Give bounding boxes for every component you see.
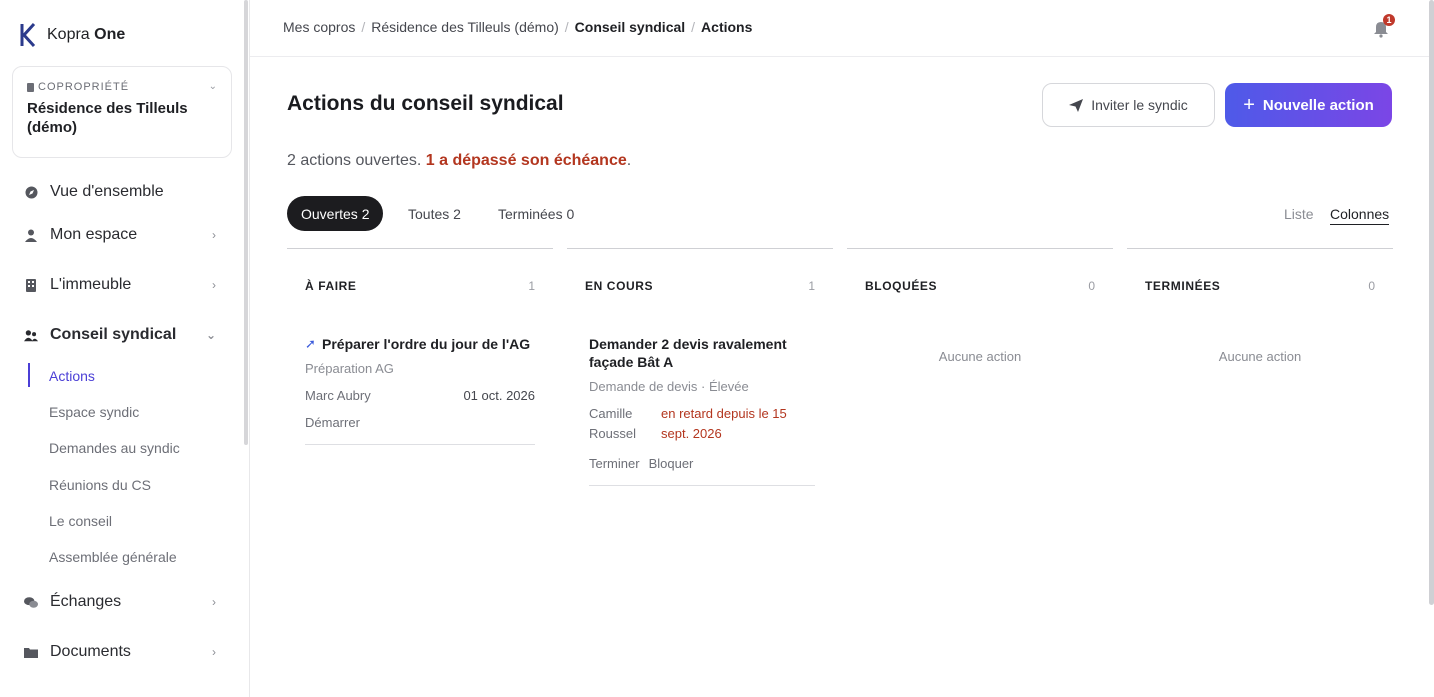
new-action-label: Nouvelle action xyxy=(1262,96,1374,114)
empty-state: Aucune action xyxy=(938,349,1022,364)
nav-documents-label: Documents xyxy=(50,643,131,660)
column-count: 0 xyxy=(1088,279,1095,293)
topbar: Mes copros / Résidence des Tilleuls (dém… xyxy=(250,0,1434,57)
breadcrumb-separator: / xyxy=(691,19,696,35)
nav-council-label: Conseil syndical xyxy=(50,326,177,343)
card-category: Demande de devis · Élevée xyxy=(589,379,749,394)
invite-syndic-button[interactable]: Inviter le syndic xyxy=(1042,83,1215,127)
copro-selector[interactable]: COPROPRIÉTÉ Résidence des Tilleuls (démo… xyxy=(12,66,232,158)
nav-council[interactable]: Conseil syndical ⌄ xyxy=(24,323,224,347)
brand[interactable]: Kopra One xyxy=(17,22,125,48)
column-count: 1 xyxy=(808,279,815,293)
sidebar: Kopra One COPROPRIÉTÉ Résidence des Till… xyxy=(0,0,250,697)
chevron-down-icon: ⌄ xyxy=(205,328,216,342)
card-category: Préparation AG xyxy=(305,361,394,376)
nav-exchanges-label: Échanges xyxy=(50,593,122,610)
sidebar-scrollbar[interactable] xyxy=(244,0,248,445)
card-overdue: en retard depuis le 15 sept. 2026 xyxy=(661,406,787,441)
copro-name: Résidence des Tilleuls (démo) xyxy=(27,100,188,136)
send-icon xyxy=(1069,98,1084,112)
column-count: 0 xyxy=(1368,279,1375,293)
column-title: TERMINÉES xyxy=(1145,279,1221,293)
breadcrumb-item[interactable]: Conseil syndical xyxy=(575,19,685,35)
column-blocked: BLOQUÉES 0 Aucune action xyxy=(847,248,1113,688)
subnav-actions[interactable]: Actions xyxy=(49,366,95,386)
nav-overview-label: Vue d'ensemble xyxy=(50,183,164,200)
breadcrumb-item[interactable]: Mes copros xyxy=(283,19,355,35)
action-card[interactable]: Demander 2 devis ravalement façade Bât A… xyxy=(589,335,815,486)
users-icon xyxy=(24,328,38,342)
chevron-right-icon: › xyxy=(212,278,216,292)
invite-syndic-label: Inviter le syndic xyxy=(1091,97,1188,113)
summary-late: 1 a dépassé son échéance xyxy=(425,152,627,169)
breadcrumb-item[interactable]: Résidence des Tilleuls (démo) xyxy=(371,19,559,35)
card-title: Préparer l'ordre du jour de l'AG xyxy=(322,336,531,352)
column-in-progress: EN COURS 1 Demander 2 devis ravalement f… xyxy=(567,248,833,688)
finish-button[interactable]: Terminer xyxy=(589,456,640,471)
user-icon xyxy=(24,228,38,242)
copro-kicker: COPROPRIÉTÉ xyxy=(38,81,130,93)
folder-icon xyxy=(24,645,38,659)
column-todo: À FAIRE 1 ➚ Préparer l'ordre du jour de … xyxy=(287,248,553,688)
subnav-syndic-space[interactable]: Espace syndic xyxy=(49,402,139,422)
subnav-general-assembly[interactable]: Assemblée générale xyxy=(49,547,177,567)
breadcrumb: Mes copros / Résidence des Tilleuls (dém… xyxy=(283,19,752,35)
plus-icon: + xyxy=(1243,94,1255,116)
column-count: 1 xyxy=(528,279,535,293)
brand-name-bold: One xyxy=(94,26,126,43)
new-action-button[interactable]: + Nouvelle action xyxy=(1225,83,1392,127)
nav-building-label: L'immeuble xyxy=(50,276,132,293)
active-indicator xyxy=(28,363,30,387)
nav-my-space-label: Mon espace xyxy=(50,226,138,243)
main-scrollbar[interactable] xyxy=(1429,0,1434,605)
breadcrumb-current: Actions xyxy=(701,19,753,35)
start-button[interactable]: Démarrer xyxy=(305,415,360,430)
chat-icon xyxy=(24,595,38,609)
kopra-logo-icon xyxy=(20,22,36,48)
filter-all[interactable]: Toutes 2 xyxy=(408,196,461,231)
nav-documents[interactable]: Documents › xyxy=(24,640,224,664)
chevron-right-icon: › xyxy=(212,595,216,609)
chevron-right-icon: › xyxy=(212,645,216,659)
breadcrumb-separator: / xyxy=(361,19,366,35)
card-assignee: Marc Aubry xyxy=(305,388,371,403)
nav-building[interactable]: L'immeuble › xyxy=(24,273,224,297)
action-card[interactable]: ➚ Préparer l'ordre du jour de l'AG Prépa… xyxy=(305,335,535,445)
building-icon xyxy=(24,278,38,292)
filter-done[interactable]: Terminées 0 xyxy=(498,196,574,231)
view-columns-toggle[interactable]: Colonnes xyxy=(1330,206,1390,225)
summary-end: . xyxy=(626,152,632,169)
building-icon xyxy=(27,82,34,92)
nav-overview[interactable]: Vue d'ensemble xyxy=(24,180,224,204)
filter-open[interactable]: Ouvertes 2 xyxy=(287,196,384,231)
summary-open: 2 actions ouvertes. xyxy=(287,152,422,169)
subnav-cs-meetings[interactable]: Réunions du CS xyxy=(49,475,151,495)
pin-icon: ➚ xyxy=(305,336,316,351)
nav-exchanges[interactable]: Échanges › xyxy=(24,590,224,614)
actions-summary: 2 actions ouvertes. 1 a dépassé son éché… xyxy=(287,152,631,170)
card-assignee: Camille Roussel xyxy=(589,406,636,441)
chevron-right-icon: › xyxy=(212,228,216,242)
subnav-the-council[interactable]: Le conseil xyxy=(49,511,112,531)
card-title: Demander 2 devis ravalement façade Bât A xyxy=(589,336,787,370)
empty-state: Aucune action xyxy=(1218,349,1302,364)
column-title: BLOQUÉES xyxy=(865,279,938,293)
view-list-toggle[interactable]: Liste xyxy=(1284,206,1314,222)
notification-badge: 1 xyxy=(1383,14,1395,26)
breadcrumb-separator: / xyxy=(564,19,569,35)
nav-my-space[interactable]: Mon espace › xyxy=(24,223,224,247)
block-button[interactable]: Bloquer xyxy=(649,456,694,471)
card-due-date: 01 oct. 2026 xyxy=(463,388,535,403)
subnav-syndic-requests[interactable]: Demandes au syndic xyxy=(49,438,180,458)
page-title: Actions du conseil syndical xyxy=(287,92,564,115)
compass-icon xyxy=(24,185,38,199)
column-done: TERMINÉES 0 Aucune action xyxy=(1127,248,1393,688)
brand-name: Kopra xyxy=(47,26,90,43)
column-title: EN COURS xyxy=(585,279,654,293)
column-title: À FAIRE xyxy=(305,279,357,293)
chevron-down-icon: ⌄ xyxy=(208,81,217,92)
